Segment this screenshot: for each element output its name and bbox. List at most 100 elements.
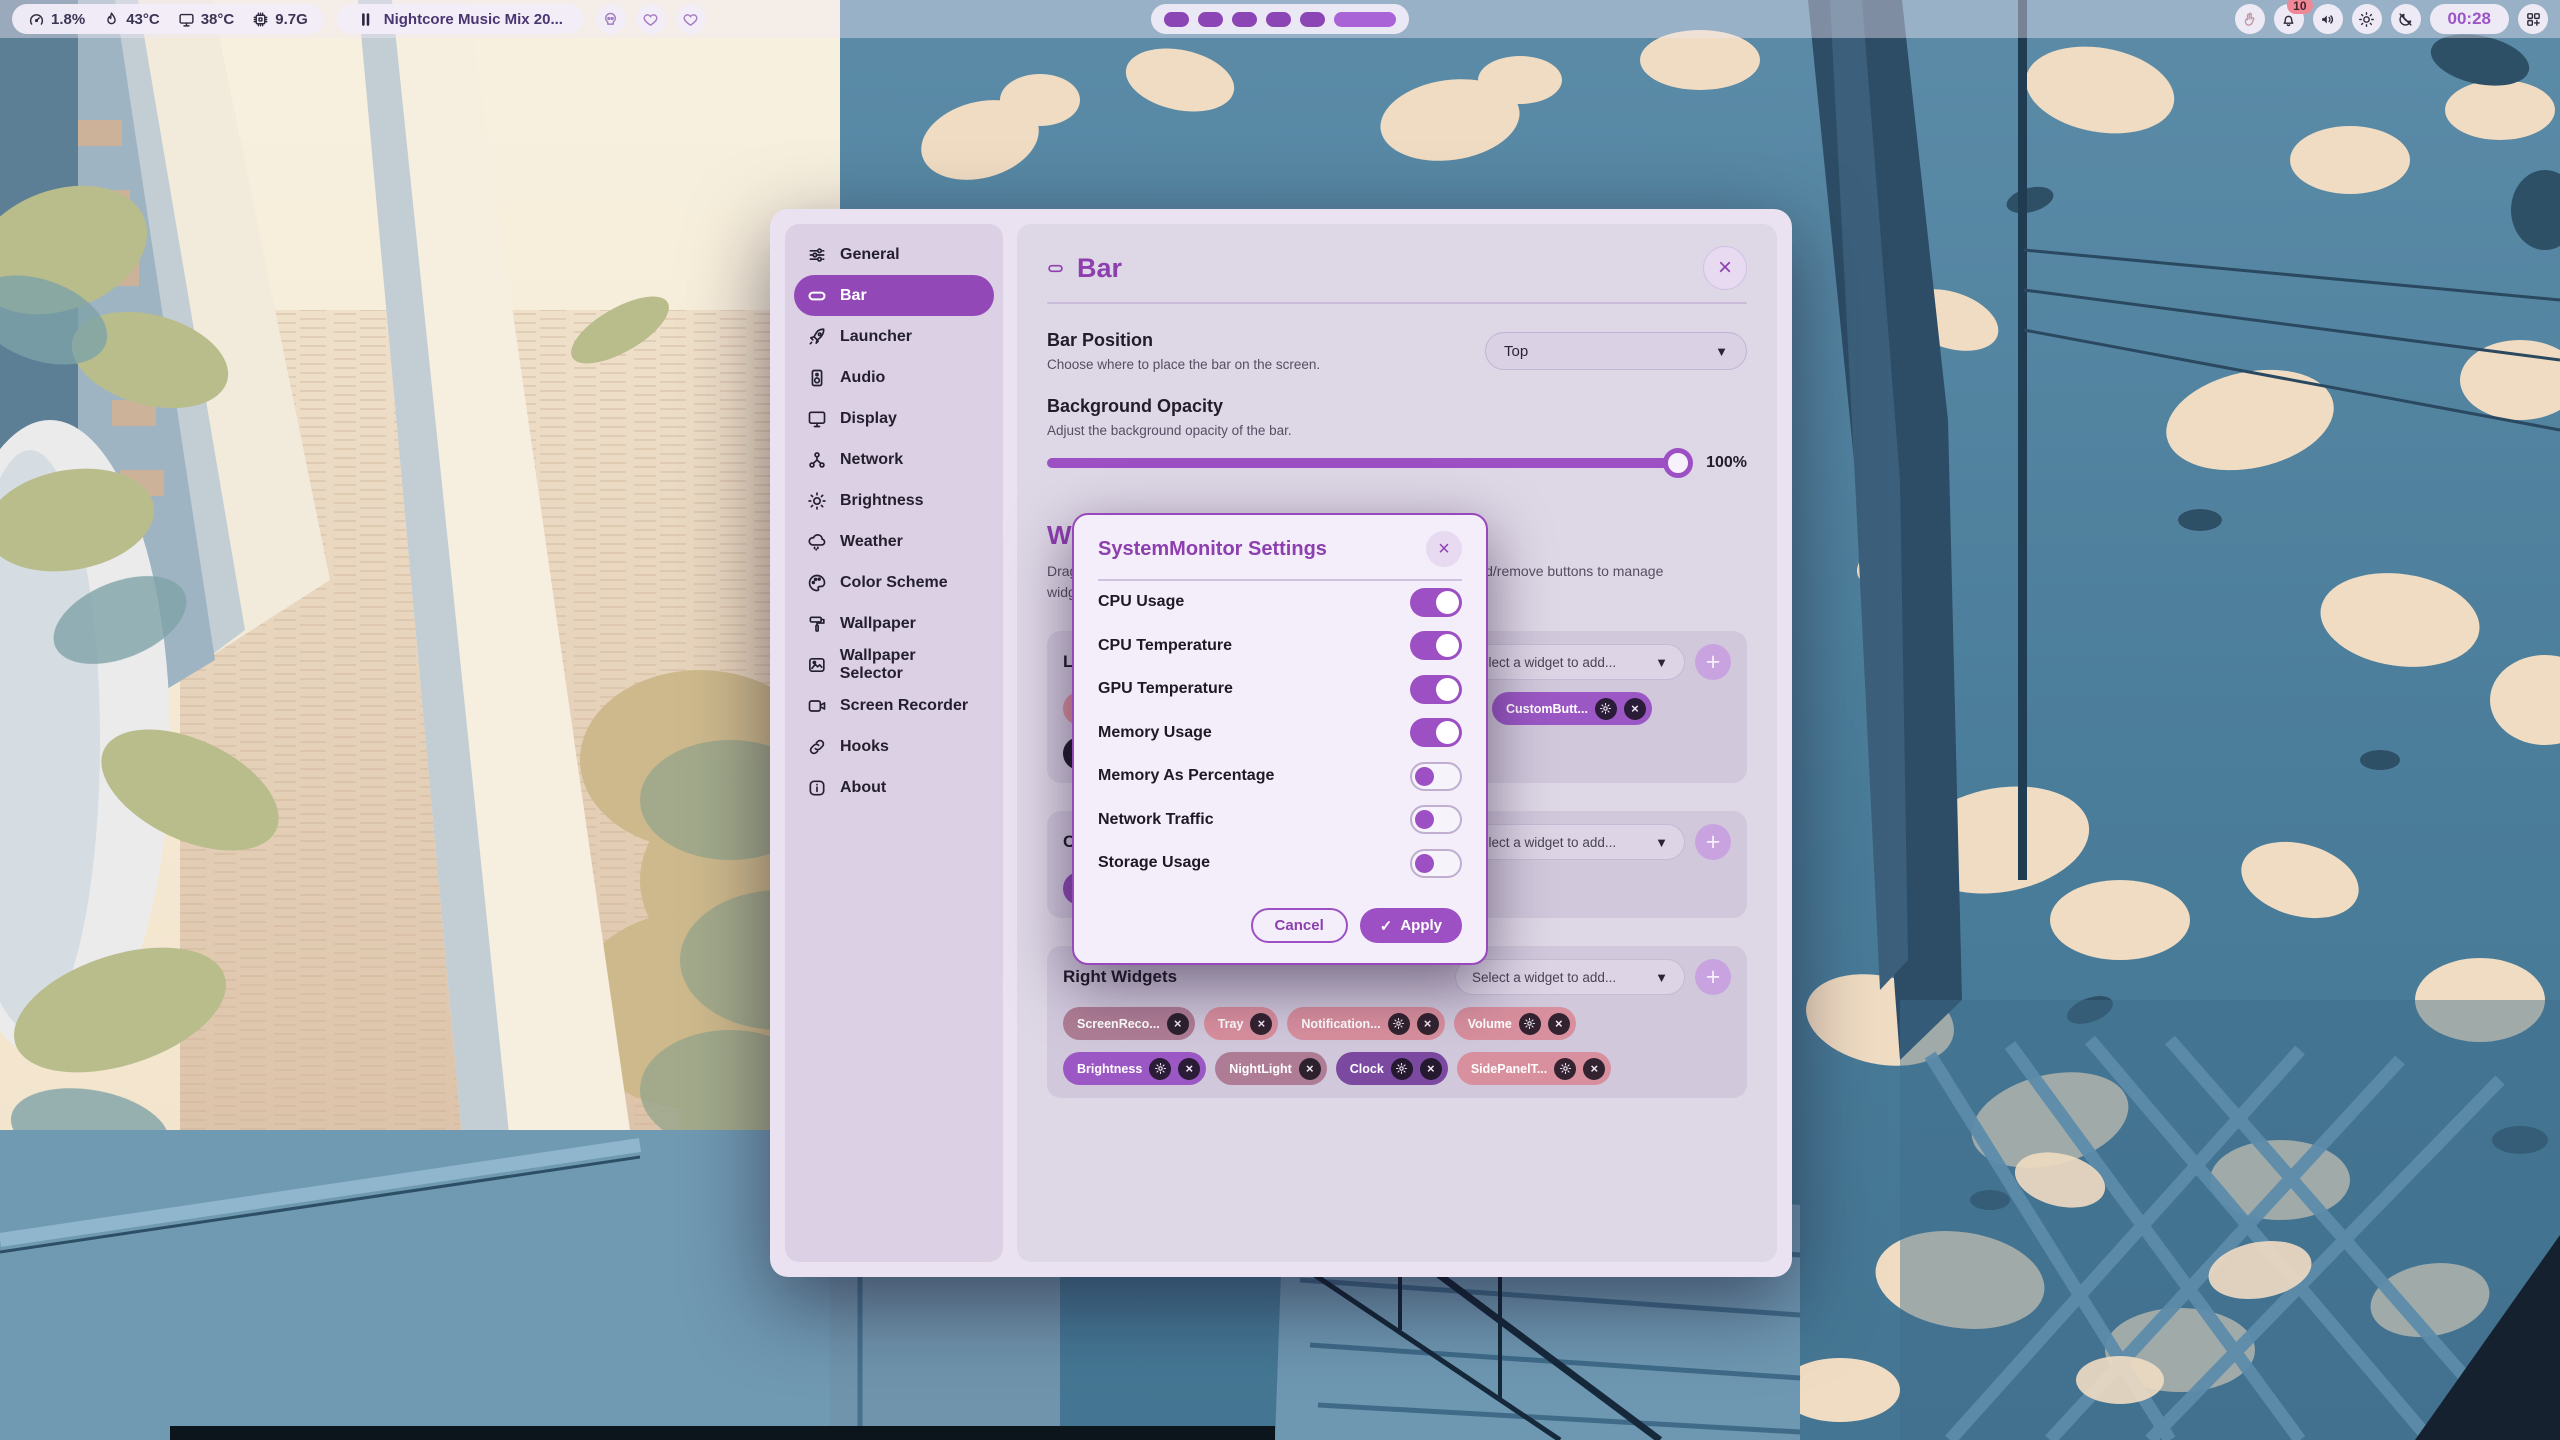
page-title: Bar [1077,253,1122,284]
widget-settings-gear-icon[interactable] [1149,1058,1171,1080]
network-traffic-toggle[interactable] [1410,805,1462,834]
widget-chip-brightness[interactable]: Brightness× [1063,1052,1206,1085]
workspace-dot-6[interactable] [1334,12,1396,27]
brightness-button[interactable] [2352,4,2382,34]
widget-remove-icon[interactable]: × [1624,698,1646,720]
opacity-slider-handle[interactable] [1663,448,1693,478]
close-settings-button[interactable]: × [1703,246,1747,290]
add-widget-button[interactable]: + [1695,824,1731,860]
video-camera-icon [807,696,827,716]
sidebar-item-network[interactable]: Network [794,439,994,480]
system-stats-module: 1.8% 43°C 38°C 9.7G [12,4,324,34]
add-widget-dropdown[interactable]: Select a widget to add...▼ [1455,644,1685,680]
background-opacity-label: Background Opacity [1047,396,1747,417]
widget-remove-icon[interactable]: × [1167,1013,1189,1035]
widget-chip-notification[interactable]: Notification...× [1287,1007,1444,1040]
widget-settings-gear-icon[interactable] [1554,1058,1576,1080]
workspace-indicator[interactable] [1151,4,1409,34]
toggle-row-gpu-temperature: GPU Temperature [1098,668,1462,712]
widget-remove-icon[interactable]: × [1417,1013,1439,1035]
sidebar-item-color-scheme[interactable]: Color Scheme [794,562,994,603]
bar-position-value: Top [1504,343,1528,360]
skull-icon-button[interactable] [596,4,626,34]
cancel-button[interactable]: Cancel [1251,908,1348,943]
widget-chip-custombutt[interactable]: CustomButt...× [1492,692,1652,725]
sidebar-item-hooks[interactable]: Hooks [794,726,994,767]
workspace-dot-4[interactable] [1266,12,1291,27]
widget-settings-gear-icon[interactable] [1519,1013,1541,1035]
apply-button[interactable]: ✓ Apply [1360,908,1462,943]
bar-position-dropdown[interactable]: Top ▼ [1485,332,1747,370]
sidebar-item-label: Screen Recorder [840,697,968,715]
widget-settings-gear-icon[interactable] [1595,698,1617,720]
widget-settings-gear-icon[interactable] [1388,1013,1410,1035]
widget-remove-icon[interactable]: × [1250,1013,1272,1035]
toggle-row-memory-as-percentage: Memory As Percentage [1098,755,1462,799]
add-widget-dropdown[interactable]: Select a widget to add...▼ [1455,959,1685,995]
heart-icon-button[interactable] [636,4,666,34]
system-stat: 9.7G [252,11,308,28]
workspace-dot-5[interactable] [1300,12,1325,27]
widget-remove-icon[interactable]: × [1299,1058,1321,1080]
cpu-temperature-toggle[interactable] [1410,631,1462,660]
cpu-usage-toggle[interactable] [1410,588,1462,617]
toggle-label: CPU Usage [1098,593,1184,611]
sidebar-item-audio[interactable]: Audio [794,357,994,398]
stat-value: 43°C [126,11,160,28]
sidebar-item-brightness[interactable]: Brightness [794,480,994,521]
add-widget-dropdown[interactable]: Select a widget to add...▼ [1455,824,1685,860]
sidebar-item-weather[interactable]: Weather [794,521,994,562]
sidebar-item-display[interactable]: Display [794,398,994,439]
sidebar-item-wallpaper-selector[interactable]: Wallpaper Selector [794,644,994,685]
heart-icon-button[interactable] [676,4,706,34]
sidebar-item-launcher[interactable]: Launcher [794,316,994,357]
sidebar-item-general[interactable]: General [794,234,994,275]
modal-close-button[interactable]: × [1426,531,1462,567]
toggle-row-cpu-usage: CPU Usage [1098,581,1462,625]
sidebar-item-label: About [840,779,886,797]
widget-settings-gear-icon[interactable] [1391,1058,1413,1080]
memory-usage-toggle[interactable] [1410,718,1462,747]
heart-icon [642,11,659,28]
night-light-button[interactable] [2391,4,2421,34]
workspace-dot-3[interactable] [1232,12,1257,27]
widget-chip-clock[interactable]: Clock× [1336,1052,1448,1085]
volume-button[interactable] [2313,4,2343,34]
sidebar-item-about[interactable]: About [794,767,994,808]
widget-chip-screenreco[interactable]: ScreenReco...× [1063,1007,1195,1040]
bar-position-label: Bar Position [1047,330,1320,351]
sidebar-item-wallpaper[interactable]: Wallpaper [794,603,994,644]
widget-remove-icon[interactable]: × [1178,1058,1200,1080]
clock[interactable]: 00:28 [2430,4,2509,34]
sidebar-item-label: Hooks [840,738,889,756]
overview-button[interactable] [2518,4,2548,34]
notifications-bell-button[interactable]: 10 [2274,4,2304,34]
gpu-temperature-toggle[interactable] [1410,675,1462,704]
system-stat: 38°C [178,11,235,28]
storage-usage-toggle[interactable] [1410,849,1462,878]
heart-icon [682,11,699,28]
workspace-dot-1[interactable] [1164,12,1189,27]
add-widget-button[interactable]: + [1695,959,1731,995]
widget-remove-icon[interactable]: × [1420,1058,1442,1080]
widget-chip-label: NightLight [1229,1062,1291,1076]
toggle-row-storage-usage: Storage Usage [1098,842,1462,886]
display-icon [807,409,827,429]
widget-chip-sidepanelt[interactable]: SidePanelT...× [1457,1052,1611,1085]
widget-remove-icon[interactable]: × [1548,1013,1570,1035]
sidebar-item-screen-recorder[interactable]: Screen Recorder [794,685,994,726]
opacity-slider[interactable] [1047,458,1689,468]
widget-chip-tray[interactable]: Tray× [1204,1007,1279,1040]
workspace-dot-2[interactable] [1198,12,1223,27]
tray-app-hand-icon[interactable] [2235,4,2265,34]
widget-box-label: Right Widgets [1063,967,1177,987]
memory-as-percentage-toggle[interactable] [1410,762,1462,791]
widget-chip-nightlight[interactable]: NightLight × [1215,1052,1326,1085]
add-widget-button[interactable]: + [1695,644,1731,680]
stat-value: 1.8% [51,11,85,28]
link-icon [807,737,827,757]
widget-remove-icon[interactable]: × [1583,1058,1605,1080]
widget-chip-volume[interactable]: Volume× [1454,1007,1576,1040]
sidebar-item-bar[interactable]: Bar [794,275,994,316]
media-player-module[interactable]: Nightcore Music Mix 20... [337,4,583,34]
